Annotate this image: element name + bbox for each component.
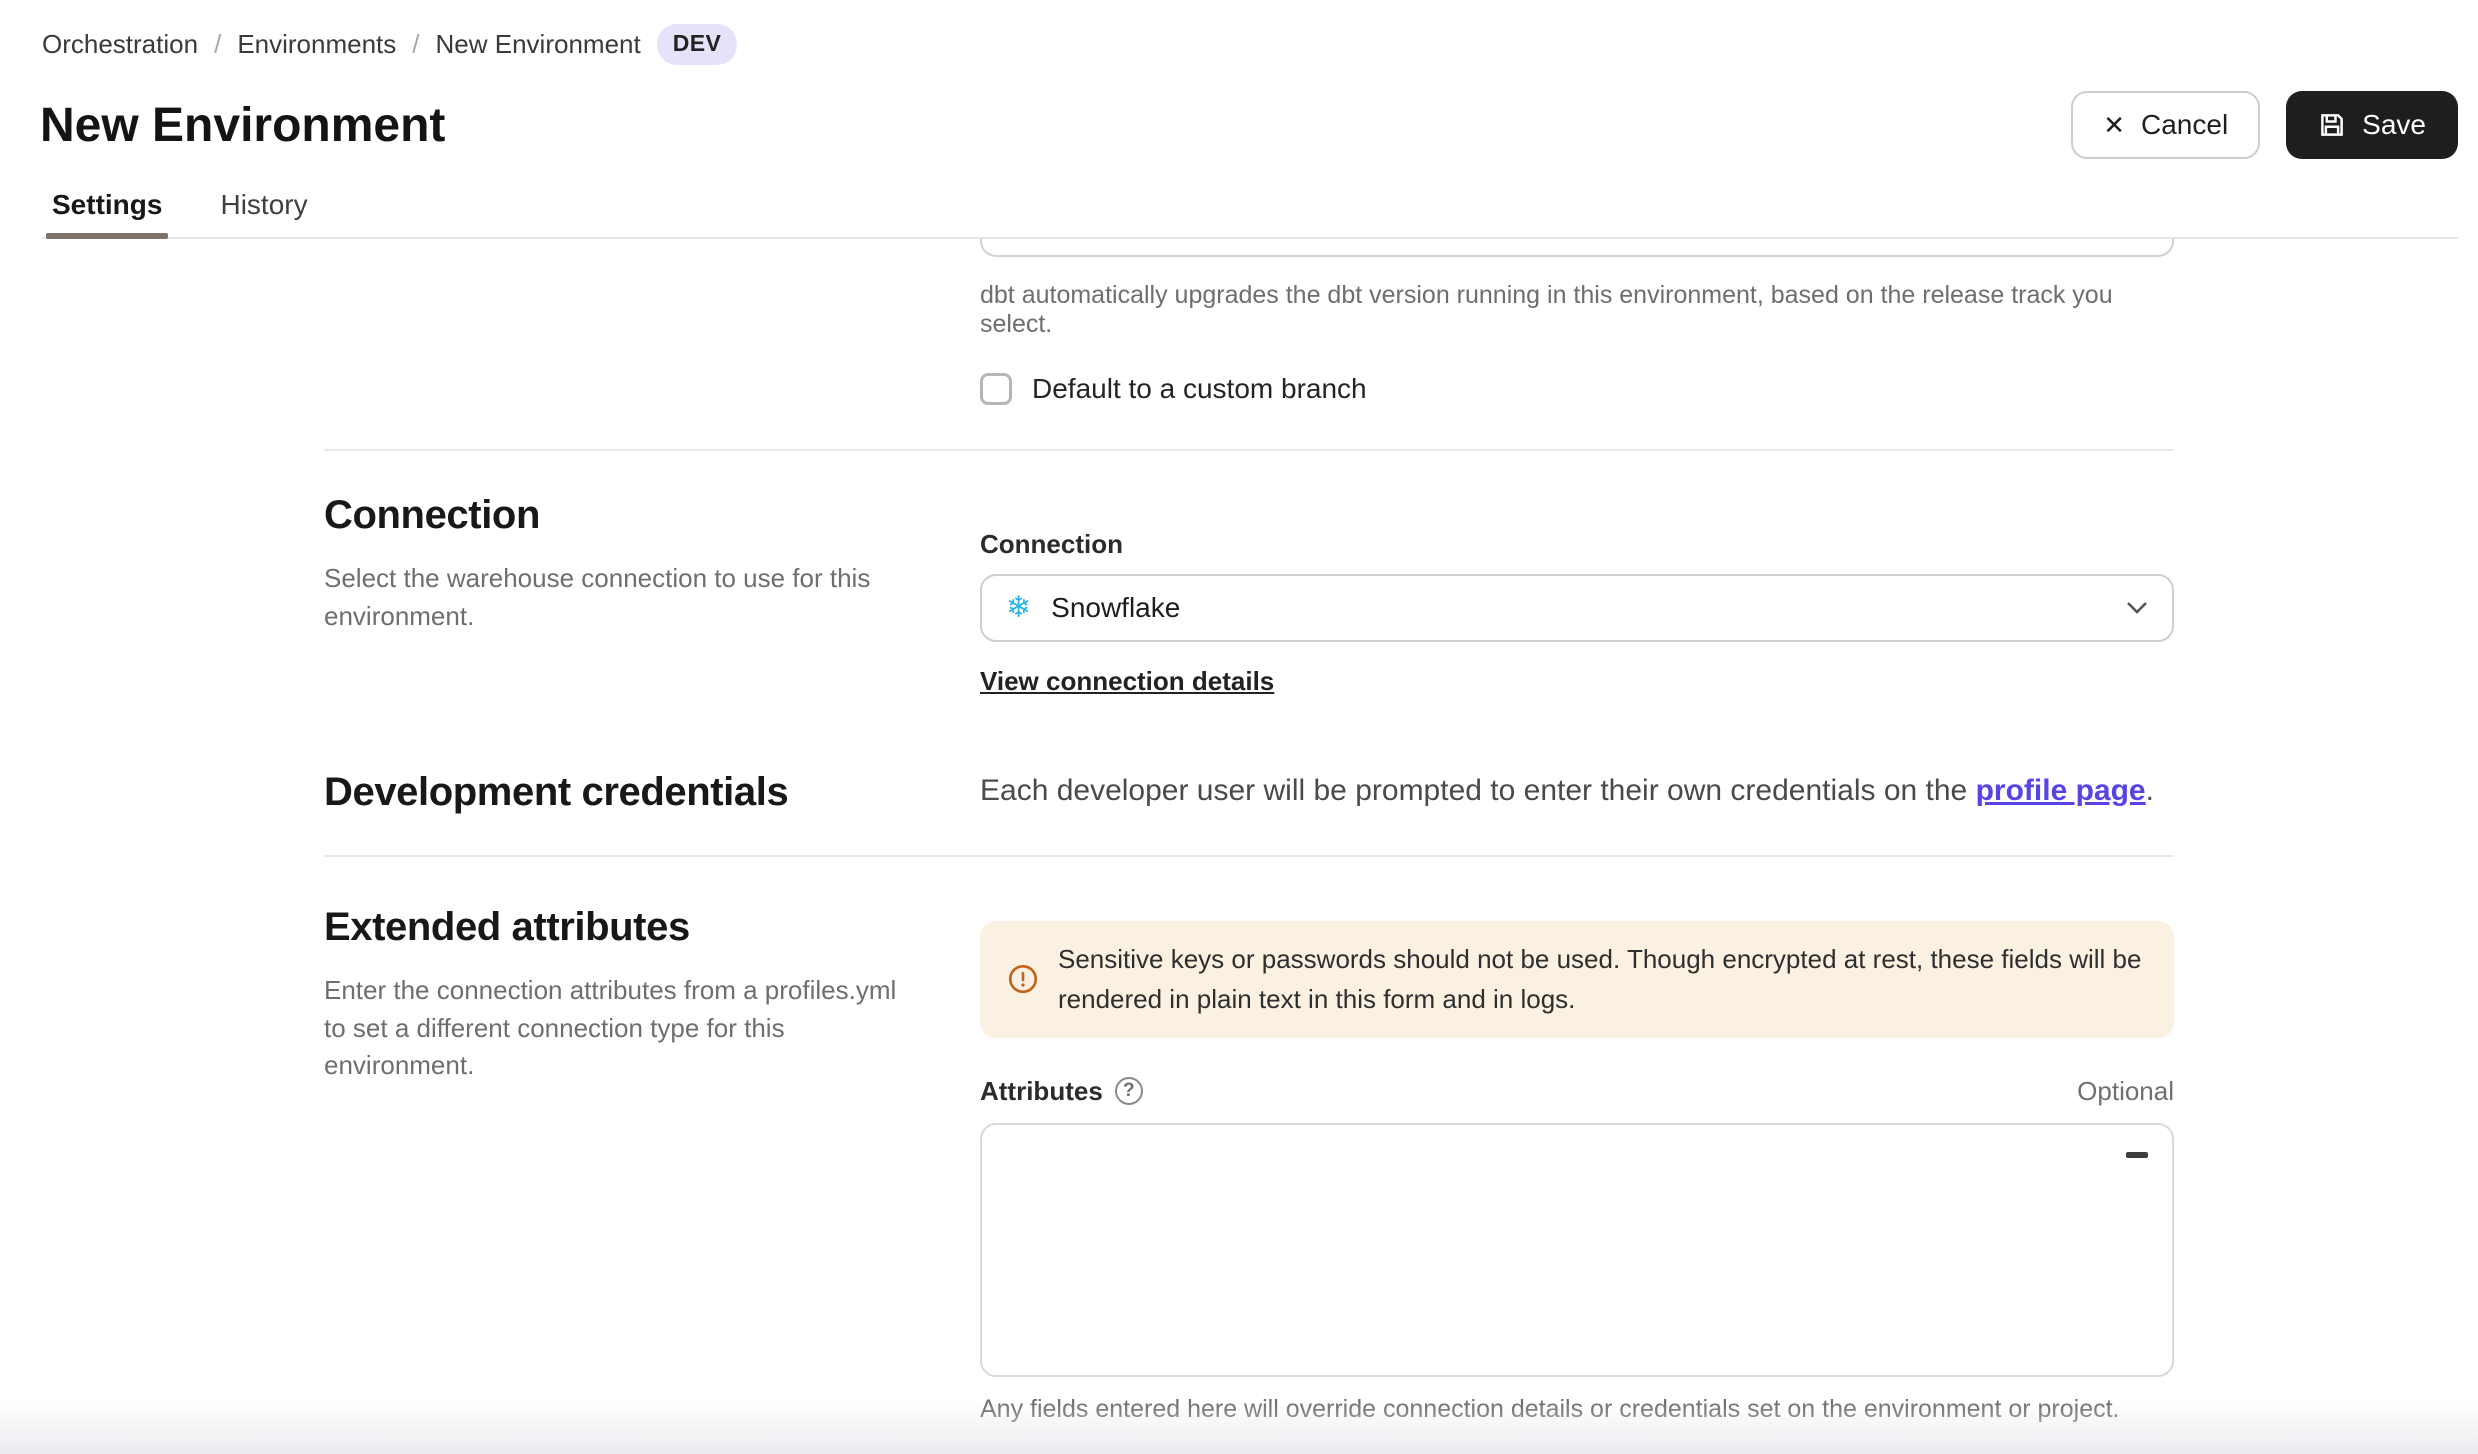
release-track-helper: dbt automatically upgrades the dbt versi… bbox=[980, 281, 2174, 339]
credentials-text-after: . bbox=[2146, 774, 2154, 807]
view-connection-details-link[interactable]: View connection details bbox=[980, 666, 1274, 697]
custom-branch-label: Default to a custom branch bbox=[1032, 373, 1367, 405]
fold-minus-icon[interactable] bbox=[2126, 1143, 2150, 1167]
breadcrumb: Orchestration / Environments / New Envir… bbox=[42, 24, 2458, 65]
warning-text: Sensitive keys or passwords should not b… bbox=[1058, 939, 2146, 1020]
breadcrumb-separator: / bbox=[214, 29, 221, 60]
extended-attributes-description: Enter the connection attributes from a p… bbox=[324, 972, 924, 1085]
connection-select[interactable]: ❄ Snowflake bbox=[980, 574, 2174, 642]
help-icon[interactable]: ? bbox=[1115, 1077, 1143, 1105]
snowflake-icon: ❄ bbox=[1006, 593, 1031, 623]
release-track-input[interactable] bbox=[980, 239, 2174, 257]
page-title: New Environment bbox=[40, 98, 445, 153]
optional-label: Optional bbox=[2077, 1076, 2174, 1107]
connection-field-label: Connection bbox=[980, 529, 2174, 560]
version-section: dbt automatically upgrades the dbt versi… bbox=[324, 239, 2174, 405]
custom-branch-checkbox-row[interactable]: Default to a custom branch bbox=[980, 373, 2174, 405]
dev-credentials-section: Development credentials Each developer u… bbox=[324, 770, 2174, 815]
connection-heading: Connection bbox=[324, 493, 980, 538]
warning-icon bbox=[1008, 964, 1038, 994]
environment-settings-page: Orchestration / Environments / New Envir… bbox=[0, 0, 2478, 1454]
save-button[interactable]: Save bbox=[2286, 91, 2458, 159]
breadcrumb-new-environment[interactable]: New Environment bbox=[436, 29, 641, 60]
page-header: Orchestration / Environments / New Envir… bbox=[0, 0, 2478, 239]
cancel-button-label: Cancel bbox=[2141, 109, 2228, 141]
extended-attributes-section: Extended attributes Enter the connection… bbox=[324, 857, 2174, 1424]
breadcrumb-orchestration[interactable]: Orchestration bbox=[42, 29, 198, 60]
tab-bar: Settings History bbox=[42, 189, 2458, 239]
chevron-down-icon bbox=[2126, 601, 2148, 615]
header-actions: ✕ Cancel Save bbox=[2071, 91, 2458, 159]
attributes-label: Attributes bbox=[980, 1076, 1103, 1107]
settings-content: dbt automatically upgrades the dbt versi… bbox=[324, 239, 2174, 1454]
extended-attributes-heading: Extended attributes bbox=[324, 905, 980, 950]
credentials-text-before: Each developer user will be prompted to … bbox=[980, 774, 1976, 807]
dev-credentials-heading: Development credentials bbox=[324, 770, 980, 815]
close-icon: ✕ bbox=[2103, 112, 2125, 138]
save-icon bbox=[2318, 111, 2346, 139]
connection-select-value: Snowflake bbox=[1051, 592, 2126, 624]
connection-description: Select the warehouse connection to use f… bbox=[324, 560, 924, 635]
attributes-editor[interactable] bbox=[980, 1123, 2174, 1377]
tab-history[interactable]: History bbox=[218, 189, 309, 237]
sensitive-keys-warning: Sensitive keys or passwords should not b… bbox=[980, 921, 2174, 1038]
breadcrumb-environments[interactable]: Environments bbox=[237, 29, 396, 60]
breadcrumb-separator: / bbox=[412, 29, 419, 60]
custom-branch-checkbox[interactable] bbox=[980, 373, 1012, 405]
environment-type-badge: DEV bbox=[657, 24, 738, 65]
cancel-button[interactable]: ✕ Cancel bbox=[2071, 91, 2260, 159]
connection-section: Connection Select the warehouse connecti… bbox=[324, 451, 2174, 698]
attributes-helper: Any fields entered here will override co… bbox=[980, 1395, 2174, 1424]
dev-credentials-text: Each developer user will be prompted to … bbox=[980, 774, 2174, 808]
tab-settings[interactable]: Settings bbox=[50, 189, 164, 237]
save-button-label: Save bbox=[2362, 109, 2426, 141]
profile-page-link[interactable]: profile page bbox=[1976, 774, 2146, 807]
